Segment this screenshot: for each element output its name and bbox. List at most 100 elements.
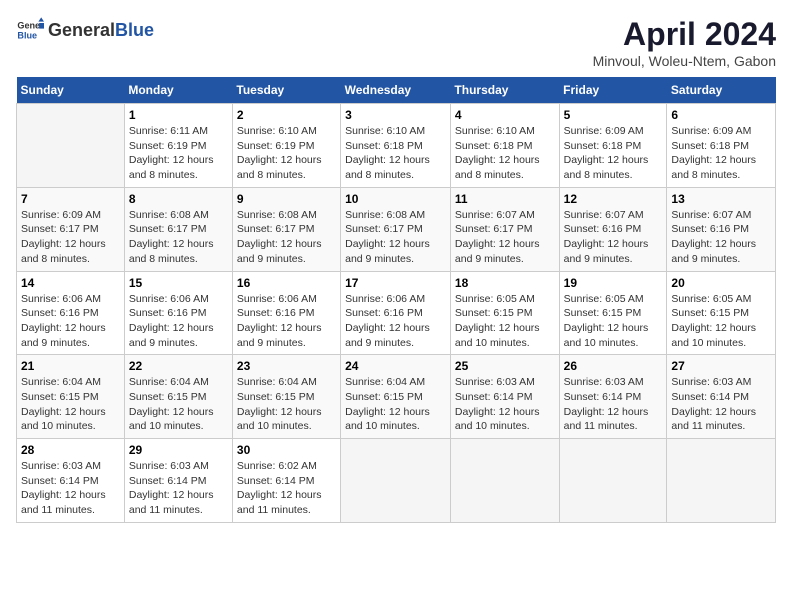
day-detail: Sunrise: 6:10 AMSunset: 6:19 PMDaylight:… xyxy=(237,125,322,181)
calendar-cell xyxy=(559,439,667,523)
day-number: 14 xyxy=(21,276,120,290)
calendar-cell: 30Sunrise: 6:02 AMSunset: 6:14 PMDayligh… xyxy=(232,439,340,523)
day-detail: Sunrise: 6:03 AMSunset: 6:14 PMDaylight:… xyxy=(21,460,106,516)
day-detail: Sunrise: 6:03 AMSunset: 6:14 PMDaylight:… xyxy=(671,376,756,432)
title-area: April 2024 Minvoul, Woleu-Ntem, Gabon xyxy=(593,16,776,69)
day-detail: Sunrise: 6:10 AMSunset: 6:18 PMDaylight:… xyxy=(345,125,430,181)
day-detail: Sunrise: 6:05 AMSunset: 6:15 PMDaylight:… xyxy=(671,293,756,349)
day-number: 25 xyxy=(455,359,555,373)
day-number: 2 xyxy=(237,108,336,122)
page-title: April 2024 xyxy=(593,16,776,53)
day-detail: Sunrise: 6:06 AMSunset: 6:16 PMDaylight:… xyxy=(129,293,214,349)
day-detail: Sunrise: 6:09 AMSunset: 6:18 PMDaylight:… xyxy=(671,125,756,181)
calendar-header-row: SundayMondayTuesdayWednesdayThursdayFrid… xyxy=(17,77,776,104)
day-number: 20 xyxy=(671,276,771,290)
page-subtitle: Minvoul, Woleu-Ntem, Gabon xyxy=(593,53,776,69)
calendar-week-row: 7 Sunrise: 6:09 AMSunset: 6:17 PMDaylight… xyxy=(17,187,776,271)
logo-blue-text: Blue xyxy=(115,20,154,41)
day-detail: Sunrise: 6:07 AMSunset: 6:16 PMDaylight:… xyxy=(671,209,756,265)
calendar-cell: 28 Sunrise: 6:03 AMSunset: 6:14 PMDayligh… xyxy=(17,439,125,523)
day-number: 11 xyxy=(455,192,555,206)
calendar-cell: 21Sunrise: 6:04 AMSunset: 6:15 PMDayligh… xyxy=(17,355,125,439)
calendar-cell: 17 Sunrise: 6:06 AMSunset: 6:16 PMDayligh… xyxy=(341,271,451,355)
calendar-week-row: 21 Sunrise: 6:04 AMSunset: 6:15 PMDayligh… xyxy=(17,355,776,439)
day-detail: Sunrise: 6:10 AMSunset: 6:18 PMDaylight:… xyxy=(455,125,540,181)
calendar-cell: 27 Sunrise: 6:03 AMSunset: 6:14 PMDayligh… xyxy=(667,355,776,439)
calendar-cell: 24Sunrise: 6:04 AMSunset: 6:15 PMDayligh… xyxy=(341,355,451,439)
calendar-cell: 6 Sunrise: 6:09 AMSunset: 6:18 PMDaylight… xyxy=(667,104,776,188)
calendar-cell: 11 Sunrise: 6:07 AMSunset: 6:17 PMDayligh… xyxy=(450,187,559,271)
calendar-cell: 19Sunrise: 6:05 AMSunset: 6:15 PMDayligh… xyxy=(559,271,667,355)
day-header-thursday: Thursday xyxy=(450,77,559,104)
calendar-cell: 5 Sunrise: 6:09 AMSunset: 6:18 PMDaylight… xyxy=(559,104,667,188)
day-number: 4 xyxy=(455,108,555,122)
day-number: 24 xyxy=(345,359,446,373)
logo: General Blue General Blue xyxy=(16,16,154,44)
calendar-cell: 8Sunrise: 6:08 AMSunset: 6:17 PMDaylight… xyxy=(124,187,232,271)
calendar-cell xyxy=(341,439,451,523)
day-number: 10 xyxy=(345,192,446,206)
day-detail: Sunrise: 6:03 AMSunset: 6:14 PMDaylight:… xyxy=(455,376,540,432)
day-detail: Sunrise: 6:05 AMSunset: 6:15 PMDaylight:… xyxy=(455,293,540,349)
day-detail: Sunrise: 6:04 AMSunset: 6:15 PMDaylight:… xyxy=(129,376,214,432)
day-detail: Sunrise: 6:03 AMSunset: 6:14 PMDaylight:… xyxy=(564,376,649,432)
day-number: 6 xyxy=(671,108,771,122)
calendar-cell: 20 Sunrise: 6:05 AMSunset: 6:15 PMDayligh… xyxy=(667,271,776,355)
day-detail: Sunrise: 6:07 AMSunset: 6:17 PMDaylight:… xyxy=(455,209,540,265)
calendar-cell: 3 Sunrise: 6:10 AMSunset: 6:18 PMDaylight… xyxy=(341,104,451,188)
calendar-cell xyxy=(667,439,776,523)
day-number: 29 xyxy=(129,443,228,457)
day-number: 7 xyxy=(21,192,120,206)
day-detail: Sunrise: 6:08 AMSunset: 6:17 PMDaylight:… xyxy=(345,209,430,265)
day-number: 12 xyxy=(564,192,663,206)
day-number: 17 xyxy=(345,276,446,290)
logo-icon: General Blue xyxy=(16,16,44,44)
calendar-cell: 18 Sunrise: 6:05 AMSunset: 6:15 PMDayligh… xyxy=(450,271,559,355)
calendar-cell: 1Sunrise: 6:11 AMSunset: 6:19 PMDaylight… xyxy=(124,104,232,188)
day-number: 27 xyxy=(671,359,771,373)
day-number: 5 xyxy=(564,108,663,122)
day-number: 15 xyxy=(129,276,228,290)
day-number: 18 xyxy=(455,276,555,290)
calendar-cell: 9 Sunrise: 6:08 AMSunset: 6:17 PMDaylight… xyxy=(232,187,340,271)
day-detail: Sunrise: 6:09 AMSunset: 6:18 PMDaylight:… xyxy=(564,125,649,181)
calendar-cell xyxy=(450,439,559,523)
day-header-sunday: Sunday xyxy=(17,77,125,104)
calendar-week-row: 28 Sunrise: 6:03 AMSunset: 6:14 PMDayligh… xyxy=(17,439,776,523)
calendar-cell: 2 Sunrise: 6:10 AMSunset: 6:19 PMDaylight… xyxy=(232,104,340,188)
day-number: 16 xyxy=(237,276,336,290)
calendar-cell: 14 Sunrise: 6:06 AMSunset: 6:16 PMDayligh… xyxy=(17,271,125,355)
day-detail: Sunrise: 6:06 AMSunset: 6:16 PMDaylight:… xyxy=(21,293,106,349)
calendar-week-row: 1Sunrise: 6:11 AMSunset: 6:19 PMDaylight… xyxy=(17,104,776,188)
day-header-friday: Friday xyxy=(559,77,667,104)
day-number: 9 xyxy=(237,192,336,206)
day-detail: Sunrise: 6:04 AMSunset: 6:15 PMDaylight:… xyxy=(237,376,322,432)
day-header-monday: Monday xyxy=(124,77,232,104)
day-detail: Sunrise: 6:03 AMSunset: 6:14 PMDaylight:… xyxy=(129,460,214,516)
day-detail: Sunrise: 6:11 AMSunset: 6:19 PMDaylight:… xyxy=(129,125,214,181)
calendar-cell: 10 Sunrise: 6:08 AMSunset: 6:17 PMDayligh… xyxy=(341,187,451,271)
day-number: 21 xyxy=(21,359,120,373)
day-number: 23 xyxy=(237,359,336,373)
day-number: 26 xyxy=(564,359,663,373)
day-detail: Sunrise: 6:08 AMSunset: 6:17 PMDaylight:… xyxy=(237,209,322,265)
calendar-cell: 25 Sunrise: 6:03 AMSunset: 6:14 PMDayligh… xyxy=(450,355,559,439)
day-detail: Sunrise: 6:09 AMSunset: 6:17 PMDaylight:… xyxy=(21,209,106,265)
calendar-cell: 29 Sunrise: 6:03 AMSunset: 6:14 PMDayligh… xyxy=(124,439,232,523)
calendar-cell: 23 Sunrise: 6:04 AMSunset: 6:15 PMDayligh… xyxy=(232,355,340,439)
calendar-cell xyxy=(17,104,125,188)
day-number: 19 xyxy=(564,276,663,290)
day-header-tuesday: Tuesday xyxy=(232,77,340,104)
calendar-table: SundayMondayTuesdayWednesdayThursdayFrid… xyxy=(16,77,776,523)
day-number: 3 xyxy=(345,108,446,122)
day-detail: Sunrise: 6:06 AMSunset: 6:16 PMDaylight:… xyxy=(345,293,430,349)
day-number: 30 xyxy=(237,443,336,457)
day-number: 28 xyxy=(21,443,120,457)
day-number: 13 xyxy=(671,192,771,206)
calendar-cell: 13 Sunrise: 6:07 AMSunset: 6:16 PMDayligh… xyxy=(667,187,776,271)
header: General Blue General Blue April 2024 Min… xyxy=(16,16,776,69)
calendar-cell: 12Sunrise: 6:07 AMSunset: 6:16 PMDayligh… xyxy=(559,187,667,271)
day-detail: Sunrise: 6:08 AMSunset: 6:17 PMDaylight:… xyxy=(129,209,214,265)
day-number: 22 xyxy=(129,359,228,373)
calendar-cell: 22 Sunrise: 6:04 AMSunset: 6:15 PMDayligh… xyxy=(124,355,232,439)
